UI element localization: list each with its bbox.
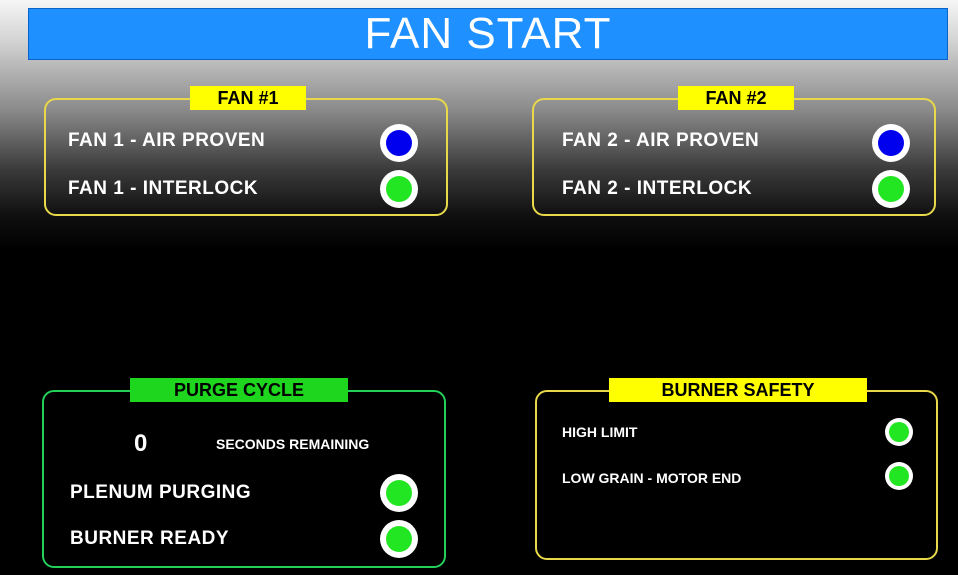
fan-1-panel-label: FAN #1 bbox=[190, 86, 306, 110]
fan-2-interlock-label: FAN 2 - INTERLOCK bbox=[562, 178, 753, 199]
status-light-icon bbox=[386, 130, 412, 156]
status-light-icon bbox=[386, 526, 412, 552]
low-grain-motor-end-label: LOW GRAIN - MOTOR END bbox=[562, 470, 742, 486]
status-light-icon bbox=[889, 466, 909, 486]
fan-2-panel: FAN #2 FAN 2 - AIR PROVEN FAN 2 - INTERL… bbox=[532, 86, 936, 216]
purge-cycle-panel: PURGE CYCLE 0 SECONDS REMAINING PLENUM P… bbox=[42, 378, 446, 568]
fan-1-air-proven-label: FAN 1 - AIR PROVEN bbox=[68, 130, 266, 151]
burner-safety-panel: BURNER SAFETY HIGH LIMIT LOW GRAIN - MOT… bbox=[535, 378, 938, 560]
status-light-icon bbox=[878, 176, 904, 202]
burner-ready-indicator bbox=[380, 520, 418, 558]
plenum-purging-indicator bbox=[380, 474, 418, 512]
seconds-remaining-caption: SECONDS REMAINING bbox=[216, 436, 370, 452]
fan-1-air-proven-indicator bbox=[380, 124, 418, 162]
status-light-icon bbox=[386, 176, 412, 202]
fan-1-panel: FAN #1 FAN 1 - AIR PROVEN FAN 1 - INTERL… bbox=[44, 86, 448, 216]
high-limit-label: HIGH LIMIT bbox=[562, 424, 638, 440]
status-light-icon bbox=[878, 130, 904, 156]
title-bar: FAN START bbox=[28, 8, 948, 60]
status-light-icon bbox=[889, 422, 909, 442]
fan-2-air-proven-label: FAN 2 - AIR PROVEN bbox=[562, 130, 760, 151]
high-limit-indicator bbox=[885, 418, 913, 446]
fan-1-interlock-label: FAN 1 - INTERLOCK bbox=[68, 178, 259, 199]
burner-safety-panel-label: BURNER SAFETY bbox=[609, 378, 867, 402]
fan-2-air-proven-indicator bbox=[872, 124, 910, 162]
fan-1-interlock-indicator bbox=[380, 170, 418, 208]
fan-2-interlock-indicator bbox=[872, 170, 910, 208]
burner-ready-label: BURNER READY bbox=[70, 528, 230, 549]
status-light-icon bbox=[386, 480, 412, 506]
page-title: FAN START bbox=[364, 9, 612, 58]
purge-cycle-panel-label: PURGE CYCLE bbox=[130, 378, 348, 402]
low-grain-motor-end-indicator bbox=[885, 462, 913, 490]
seconds-remaining-value: 0 bbox=[134, 430, 148, 457]
fan-2-panel-label: FAN #2 bbox=[678, 86, 794, 110]
plenum-purging-label: PLENUM PURGING bbox=[70, 482, 252, 503]
